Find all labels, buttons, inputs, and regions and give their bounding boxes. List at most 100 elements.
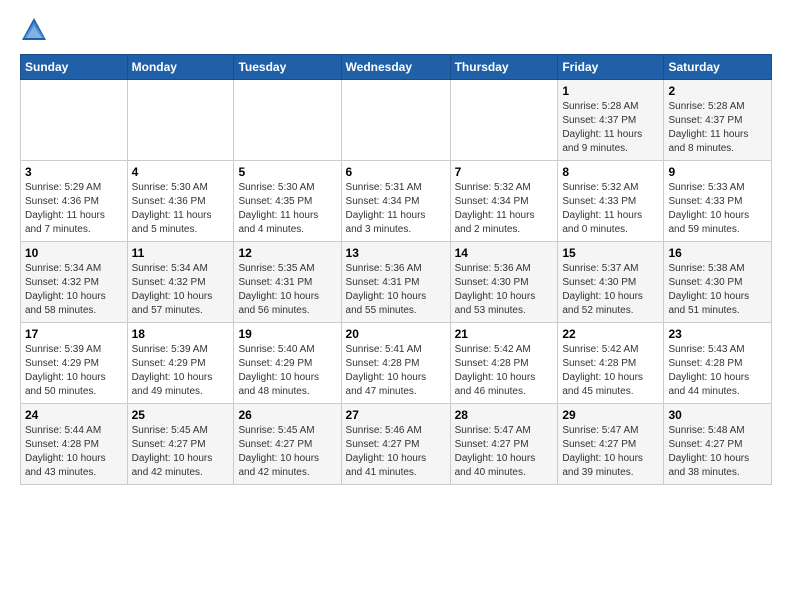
- week-row-3: 10 Sunrise: 5:34 AM Sunset: 4:32 PM Dayli…: [21, 242, 772, 323]
- day-number: 23: [668, 327, 767, 341]
- day-cell: 5 Sunrise: 5:30 AM Sunset: 4:35 PM Daylig…: [234, 161, 341, 242]
- day-number: 8: [562, 165, 659, 179]
- day-info: Sunrise: 5:33 AM Sunset: 4:33 PM Dayligh…: [668, 181, 767, 237]
- day-cell: 13Sunrise: 5:36 AM Sunset: 4:31 PM Dayli…: [341, 242, 450, 323]
- day-cell: [341, 80, 450, 161]
- day-info: Sunrise: 5:48 AM Sunset: 4:27 PM Dayligh…: [668, 424, 767, 480]
- day-info: Sunrise: 5:30 AM Sunset: 4:35 PM Dayligh…: [238, 181, 336, 237]
- day-info: Sunrise: 5:30 AM Sunset: 4:36 PM Dayligh…: [132, 181, 230, 237]
- day-cell: [234, 80, 341, 161]
- day-cell: 29Sunrise: 5:47 AM Sunset: 4:27 PM Dayli…: [558, 404, 664, 485]
- day-cell: [21, 80, 128, 161]
- day-number: 27: [346, 408, 446, 422]
- day-cell: 10 Sunrise: 5:34 AM Sunset: 4:32 PM Dayli…: [21, 242, 128, 323]
- day-number: 3: [25, 165, 123, 179]
- day-number: 5: [238, 165, 336, 179]
- day-cell: [127, 80, 234, 161]
- day-cell: 27 Sunrise: 5:46 AM Sunset: 4:27 PM Dayli…: [341, 404, 450, 485]
- day-cell: 6Sunrise: 5:31 AM Sunset: 4:34 PM Daylig…: [341, 161, 450, 242]
- day-cell: 19 Sunrise: 5:40 AM Sunset: 4:29 PM Dayli…: [234, 323, 341, 404]
- day-cell: 28 Sunrise: 5:47 AM Sunset: 4:27 PM Dayli…: [450, 404, 558, 485]
- day-info: Sunrise: 5:46 AM Sunset: 4:27 PM Dayligh…: [346, 424, 446, 480]
- calendar-page: SundayMondayTuesdayWednesdayThursdayFrid…: [0, 0, 792, 495]
- day-number: 14: [455, 246, 554, 260]
- weekday-header-friday: Friday: [558, 55, 664, 80]
- day-info: Sunrise: 5:39 AM Sunset: 4:29 PM Dayligh…: [132, 343, 230, 399]
- day-cell: 18 Sunrise: 5:39 AM Sunset: 4:29 PM Dayli…: [127, 323, 234, 404]
- day-number: 17: [25, 327, 123, 341]
- day-number: 12: [238, 246, 336, 260]
- header: [20, 16, 772, 44]
- day-info: Sunrise: 5:32 AM Sunset: 4:33 PM Dayligh…: [562, 181, 659, 237]
- day-number: 4: [132, 165, 230, 179]
- week-row-2: 3 Sunrise: 5:29 AM Sunset: 4:36 PM Daylig…: [21, 161, 772, 242]
- day-cell: 9 Sunrise: 5:33 AM Sunset: 4:33 PM Daylig…: [664, 161, 772, 242]
- day-info: Sunrise: 5:28 AM Sunset: 4:37 PM Dayligh…: [562, 100, 659, 156]
- day-cell: 26Sunrise: 5:45 AM Sunset: 4:27 PM Dayli…: [234, 404, 341, 485]
- day-info: Sunrise: 5:40 AM Sunset: 4:29 PM Dayligh…: [238, 343, 336, 399]
- day-cell: 1 Sunrise: 5:28 AM Sunset: 4:37 PM Daylig…: [558, 80, 664, 161]
- day-number: 15: [562, 246, 659, 260]
- day-info: Sunrise: 5:28 AM Sunset: 4:37 PM Dayligh…: [668, 100, 767, 156]
- day-number: 9: [668, 165, 767, 179]
- day-info: Sunrise: 5:47 AM Sunset: 4:27 PM Dayligh…: [455, 424, 554, 480]
- weekday-header-monday: Monday: [127, 55, 234, 80]
- day-number: 28: [455, 408, 554, 422]
- calendar-header: SundayMondayTuesdayWednesdayThursdayFrid…: [21, 55, 772, 80]
- day-cell: 16Sunrise: 5:38 AM Sunset: 4:30 PM Dayli…: [664, 242, 772, 323]
- day-info: Sunrise: 5:42 AM Sunset: 4:28 PM Dayligh…: [455, 343, 554, 399]
- day-info: Sunrise: 5:42 AM Sunset: 4:28 PM Dayligh…: [562, 343, 659, 399]
- day-cell: 12 Sunrise: 5:35 AM Sunset: 4:31 PM Dayli…: [234, 242, 341, 323]
- day-cell: 20 Sunrise: 5:41 AM Sunset: 4:28 PM Dayli…: [341, 323, 450, 404]
- day-cell: 21 Sunrise: 5:42 AM Sunset: 4:28 PM Dayli…: [450, 323, 558, 404]
- day-info: Sunrise: 5:39 AM Sunset: 4:29 PM Dayligh…: [25, 343, 123, 399]
- day-info: Sunrise: 5:43 AM Sunset: 4:28 PM Dayligh…: [668, 343, 767, 399]
- day-number: 10: [25, 246, 123, 260]
- weekday-header-tuesday: Tuesday: [234, 55, 341, 80]
- week-row-1: 1 Sunrise: 5:28 AM Sunset: 4:37 PM Daylig…: [21, 80, 772, 161]
- day-info: Sunrise: 5:29 AM Sunset: 4:36 PM Dayligh…: [25, 181, 123, 237]
- day-number: 26: [238, 408, 336, 422]
- calendar-body: 1 Sunrise: 5:28 AM Sunset: 4:37 PM Daylig…: [21, 80, 772, 485]
- day-cell: [450, 80, 558, 161]
- logo-icon: [20, 16, 48, 44]
- day-number: 24: [25, 408, 123, 422]
- day-cell: 8 Sunrise: 5:32 AM Sunset: 4:33 PM Daylig…: [558, 161, 664, 242]
- day-info: Sunrise: 5:34 AM Sunset: 4:32 PM Dayligh…: [25, 262, 123, 318]
- day-info: Sunrise: 5:44 AM Sunset: 4:28 PM Dayligh…: [25, 424, 123, 480]
- day-cell: 30Sunrise: 5:48 AM Sunset: 4:27 PM Dayli…: [664, 404, 772, 485]
- day-info: Sunrise: 5:35 AM Sunset: 4:31 PM Dayligh…: [238, 262, 336, 318]
- weekday-header-saturday: Saturday: [664, 55, 772, 80]
- day-info: Sunrise: 5:34 AM Sunset: 4:32 PM Dayligh…: [132, 262, 230, 318]
- weekday-row: SundayMondayTuesdayWednesdayThursdayFrid…: [21, 55, 772, 80]
- day-info: Sunrise: 5:41 AM Sunset: 4:28 PM Dayligh…: [346, 343, 446, 399]
- day-number: 1: [562, 84, 659, 98]
- day-number: 16: [668, 246, 767, 260]
- day-cell: 14 Sunrise: 5:36 AM Sunset: 4:30 PM Dayli…: [450, 242, 558, 323]
- week-row-4: 17 Sunrise: 5:39 AM Sunset: 4:29 PM Dayli…: [21, 323, 772, 404]
- day-cell: 22 Sunrise: 5:42 AM Sunset: 4:28 PM Dayli…: [558, 323, 664, 404]
- day-number: 18: [132, 327, 230, 341]
- day-number: 25: [132, 408, 230, 422]
- day-cell: 23 Sunrise: 5:43 AM Sunset: 4:28 PM Dayli…: [664, 323, 772, 404]
- day-number: 11: [132, 246, 230, 260]
- day-number: 22: [562, 327, 659, 341]
- day-cell: 7Sunrise: 5:32 AM Sunset: 4:34 PM Daylig…: [450, 161, 558, 242]
- day-info: Sunrise: 5:36 AM Sunset: 4:30 PM Dayligh…: [455, 262, 554, 318]
- weekday-header-thursday: Thursday: [450, 55, 558, 80]
- day-info: Sunrise: 5:45 AM Sunset: 4:27 PM Dayligh…: [132, 424, 230, 480]
- day-cell: 15 Sunrise: 5:37 AM Sunset: 4:30 PM Dayli…: [558, 242, 664, 323]
- day-number: 7: [455, 165, 554, 179]
- weekday-header-sunday: Sunday: [21, 55, 128, 80]
- day-cell: 25 Sunrise: 5:45 AM Sunset: 4:27 PM Dayli…: [127, 404, 234, 485]
- week-row-5: 24 Sunrise: 5:44 AM Sunset: 4:28 PM Dayli…: [21, 404, 772, 485]
- day-cell: 17 Sunrise: 5:39 AM Sunset: 4:29 PM Dayli…: [21, 323, 128, 404]
- day-number: 21: [455, 327, 554, 341]
- day-cell: 3 Sunrise: 5:29 AM Sunset: 4:36 PM Daylig…: [21, 161, 128, 242]
- day-number: 20: [346, 327, 446, 341]
- day-number: 19: [238, 327, 336, 341]
- day-cell: 4 Sunrise: 5:30 AM Sunset: 4:36 PM Daylig…: [127, 161, 234, 242]
- day-cell: 2Sunrise: 5:28 AM Sunset: 4:37 PM Daylig…: [664, 80, 772, 161]
- day-info: Sunrise: 5:37 AM Sunset: 4:30 PM Dayligh…: [562, 262, 659, 318]
- day-info: Sunrise: 5:31 AM Sunset: 4:34 PM Dayligh…: [346, 181, 446, 237]
